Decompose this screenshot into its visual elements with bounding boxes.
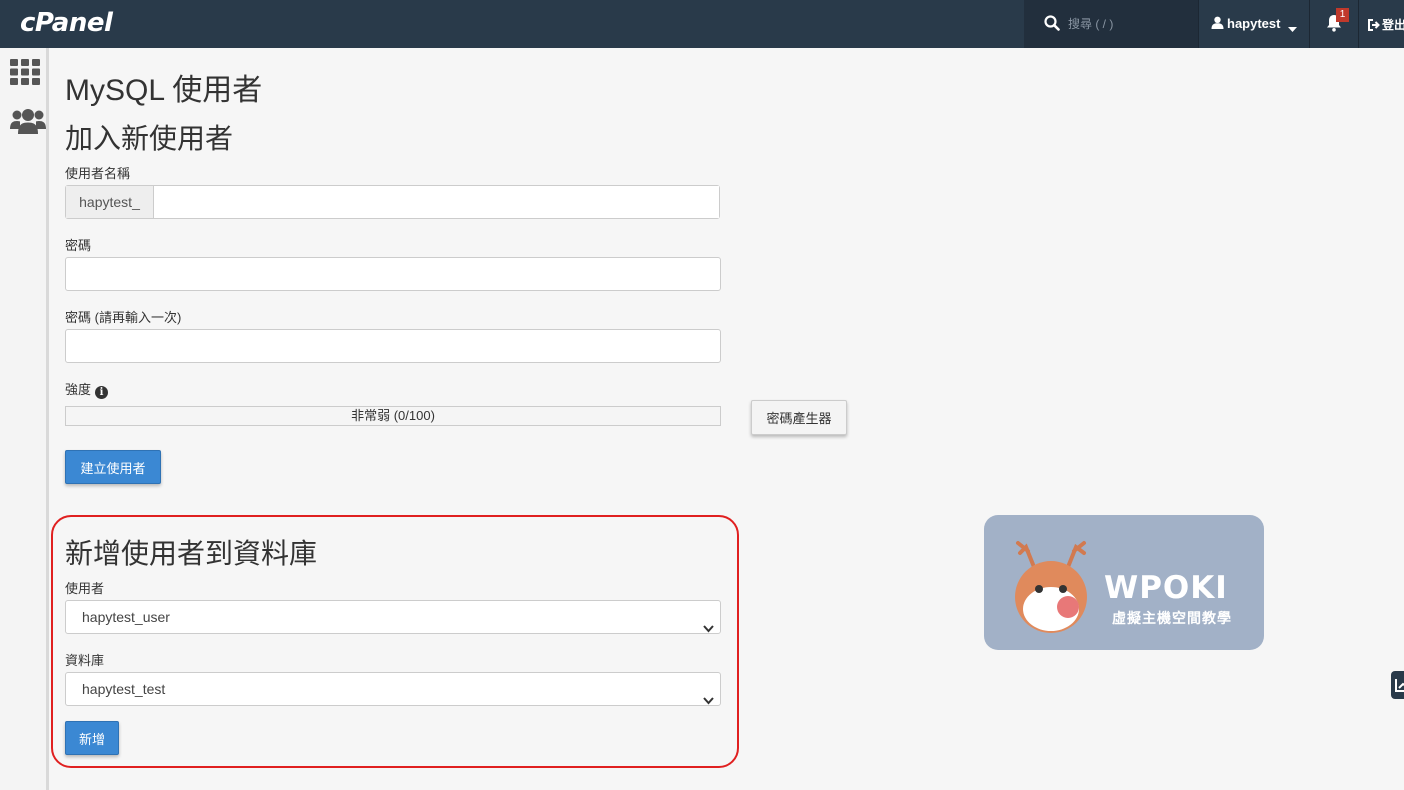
- user-menu[interactable]: hapytest: [1199, 0, 1309, 48]
- strength-label: 強度: [65, 382, 92, 397]
- password-again-input[interactable]: [65, 329, 721, 363]
- username-prefix: hapytest_: [66, 186, 154, 218]
- search-input[interactable]: [1066, 12, 1186, 36]
- password-input[interactable]: [65, 257, 721, 291]
- cpanel-logo[interactable]: cPanel: [20, 8, 113, 38]
- navbar-divider: [1358, 0, 1359, 48]
- username-input-group: hapytest_: [65, 185, 720, 219]
- username-field-label: 使用者名稱: [65, 166, 131, 181]
- sidebar: [0, 48, 49, 790]
- notification-badge: 1: [1336, 8, 1349, 22]
- user-icon: [1211, 16, 1224, 32]
- highlight-annotation: [51, 515, 739, 768]
- logout-icon: [1368, 19, 1380, 34]
- chart-icon: [1395, 679, 1404, 692]
- create-user-button[interactable]: 建立使用者: [65, 450, 161, 484]
- username-label: hapytest: [1227, 16, 1281, 31]
- password-generator-button[interactable]: 密碼產生器: [751, 400, 847, 435]
- search-box[interactable]: [1024, 0, 1198, 48]
- logout-label: 登出: [1382, 18, 1404, 32]
- strength-label-row: 強度 i: [65, 379, 109, 399]
- password-again-field-label: 密碼 (請再輸入一次): [65, 310, 182, 325]
- add-user-heading: 加入新使用者: [65, 123, 234, 154]
- top-navbar: cPanel hapytest 1 登出: [0, 0, 1404, 48]
- password-strength-meter: 非常弱 (0/100): [65, 406, 721, 426]
- username-input[interactable]: [154, 186, 719, 218]
- wpoki-watermark: WPOKI 虛擬主機空間教學: [984, 515, 1264, 650]
- floating-action-button[interactable]: [1391, 671, 1404, 699]
- info-icon[interactable]: i: [95, 386, 109, 399]
- chevron-down-icon: [1288, 21, 1297, 36]
- users-icon[interactable]: [10, 108, 46, 139]
- apps-grid-icon[interactable]: [10, 59, 40, 90]
- page-title: MySQL 使用者: [65, 74, 263, 107]
- logout-link[interactable]: 登出: [1368, 16, 1404, 34]
- notifications-button[interactable]: 1: [1310, 0, 1358, 48]
- watermark-tagline: 虛擬主機空間教學: [1112, 610, 1232, 626]
- deer-mascot-icon: [1015, 541, 1087, 633]
- watermark-brand: WPOKI: [1104, 570, 1228, 606]
- search-icon: [1044, 15, 1060, 36]
- password-field-label: 密碼: [65, 238, 92, 253]
